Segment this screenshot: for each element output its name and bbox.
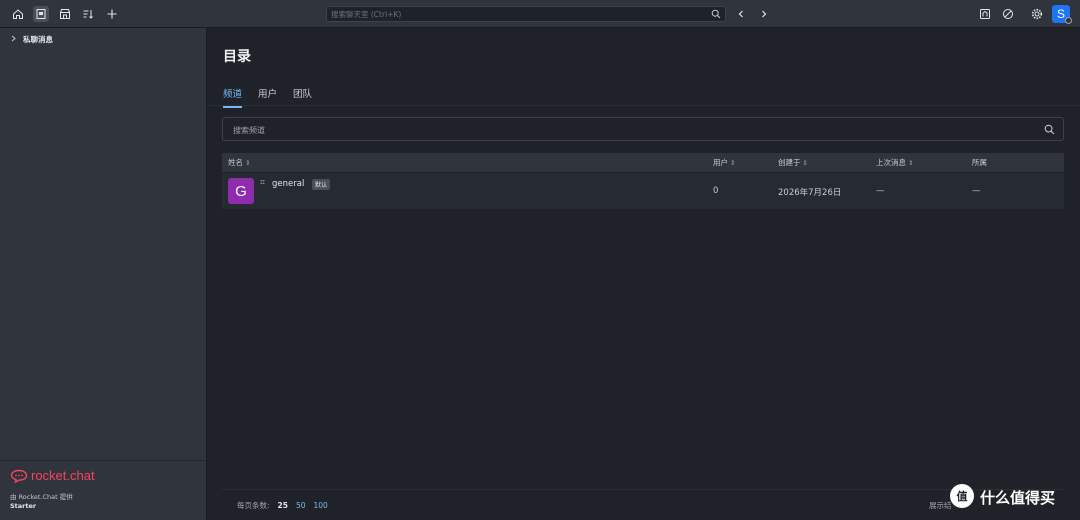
top-bar: 搜索聊天室 (Ctrl+K) S [0, 0, 1080, 28]
per-page-label: 每页条数: [237, 501, 270, 510]
search-icon [1044, 124, 1055, 135]
per-page-option-100[interactable]: 100 [314, 501, 328, 510]
column-label: 姓名 [228, 158, 243, 167]
room-avatar: G [228, 178, 254, 204]
page-title: 目录 [223, 49, 251, 65]
column-header-belongs[interactable]: 所属 [972, 157, 987, 168]
gear-icon[interactable] [1029, 6, 1045, 22]
room-users-count: 0 [713, 186, 719, 196]
marketplace-icon[interactable] [57, 6, 73, 22]
room-belongs: — [972, 186, 981, 196]
user-status-indicator [1065, 17, 1072, 24]
column-header-created[interactable]: 创建于 ⇕ [778, 157, 808, 168]
powered-by-text: 由 Rocket.Chat 提供 [10, 493, 73, 501]
sort-icon: ⇕ [245, 158, 251, 167]
directory-page: 目录 频道 用户 团队 搜索频道 姓名 ⇕ 用户 ⇕ 创建于 ⇕ 上次消息 ⇕ 所属 G… [207, 28, 1080, 520]
sidebar-section-label: 私聊消息 [23, 35, 53, 44]
chevron-right-icon [10, 35, 17, 44]
directory-icon[interactable] [33, 6, 49, 22]
sort-icon: ⇕ [802, 158, 808, 167]
footer-divider [222, 489, 1064, 490]
channel-search-input[interactable]: 搜索频道 [222, 117, 1064, 141]
room-created-date: 2026年7月26日 [778, 188, 842, 198]
watermark-text: 什么值得买 [980, 489, 1056, 507]
column-label: 上次消息 [876, 158, 906, 167]
rocket-chat-logo: rocket.chat [10, 468, 95, 483]
search-icon [711, 9, 721, 19]
watermark-logo: 值 [950, 484, 974, 508]
sidebar-divider [0, 460, 206, 461]
column-header-name[interactable]: 姓名 ⇕ [228, 157, 250, 168]
room-search-input[interactable]: 搜索聊天室 (Ctrl+K) [326, 6, 726, 22]
showing-results-text: 展示结 [929, 501, 952, 510]
channel-hash-icon: ⌗ [260, 178, 266, 188]
sort-icon: ⇕ [908, 158, 914, 167]
sidebar: 私聊消息 rocket.chat 由 Rocket.Chat 提供 Starte… [0, 28, 207, 520]
forward-arrow-icon[interactable] [756, 6, 772, 22]
back-arrow-icon[interactable] [733, 6, 749, 22]
channel-search-placeholder: 搜索频道 [233, 126, 265, 135]
default-badge: 默认 [312, 179, 331, 190]
room-name: general [272, 179, 305, 189]
per-page-option-25[interactable]: 25 [278, 501, 288, 510]
column-header-last-message[interactable]: 上次消息 ⇕ [876, 157, 913, 168]
column-label: 用户 [713, 158, 728, 167]
rocket-logo-icon [10, 469, 28, 483]
tabs-divider [207, 105, 1080, 106]
pen-off-icon[interactable] [1000, 6, 1016, 22]
room-last-message: — [876, 186, 885, 196]
sort-icon[interactable] [80, 6, 96, 22]
brand-name: rocket.chat [31, 468, 95, 483]
table-row[interactable]: G ⌗ general 默认 0 2026年7月26日 — — [222, 173, 1064, 209]
sort-icon: ⇕ [730, 158, 736, 167]
column-label: 所属 [972, 158, 987, 167]
home-icon[interactable] [10, 6, 26, 22]
audio-icon[interactable] [977, 6, 993, 22]
per-page-selector: 每页条数: 25 50 100 [237, 500, 328, 511]
per-page-option-50[interactable]: 50 [296, 501, 306, 510]
plan-label: Starter [10, 502, 37, 510]
search-placeholder: 搜索聊天室 (Ctrl+K) [331, 10, 402, 19]
column-header-users[interactable]: 用户 ⇕ [713, 157, 735, 168]
sidebar-section-direct-messages[interactable]: 私聊消息 [10, 34, 53, 45]
table-header: 姓名 ⇕ 用户 ⇕ 创建于 ⇕ 上次消息 ⇕ 所属 [222, 153, 1064, 172]
column-label: 创建于 [778, 158, 801, 167]
plus-icon[interactable] [104, 6, 120, 22]
